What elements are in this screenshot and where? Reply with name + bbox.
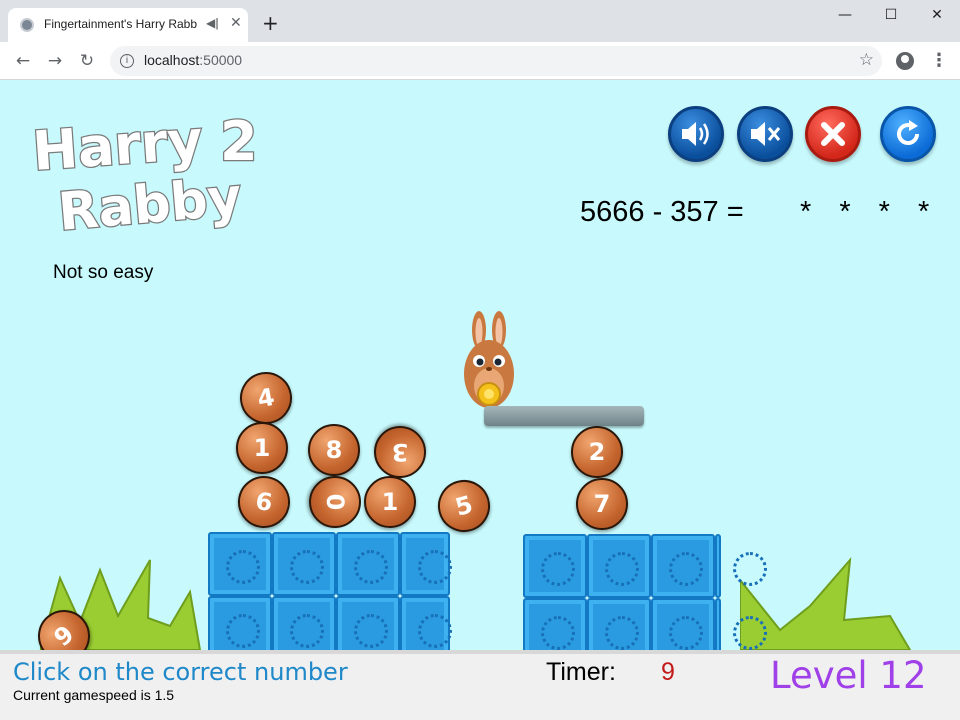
browser-tab[interactable]: Fingertainment's Harry Rabb ◀ǀ ✕	[8, 8, 248, 42]
info-icon[interactable]: i	[120, 54, 134, 68]
crate	[523, 598, 587, 650]
number-ball[interactable]: 1	[364, 476, 416, 528]
number-ball[interactable]: 8	[308, 424, 360, 476]
crate	[715, 534, 767, 598]
crate	[651, 598, 715, 650]
menu-dots-icon[interactable]: ⋮	[930, 50, 948, 71]
status-footer: Click on the correct number Current game…	[0, 650, 960, 720]
forward-icon[interactable]: →	[44, 50, 66, 72]
crate	[272, 532, 336, 596]
restart-icon	[897, 120, 919, 145]
crate	[336, 596, 400, 650]
mute-button[interactable]	[737, 106, 793, 162]
game-canvas[interactable]: Harry 2 Rabby Not so easy 5666 - 357 = *…	[0, 80, 960, 650]
gamespeed-text: Current gamespeed is 1.5	[13, 687, 175, 703]
crate	[651, 534, 715, 598]
crate	[715, 598, 767, 650]
crate	[208, 532, 272, 596]
sound-on-button[interactable]	[668, 106, 724, 162]
instruction-text: Click on the correct number	[13, 658, 348, 686]
crate	[587, 598, 651, 650]
sound-on-icon	[682, 122, 709, 146]
tab-title: Fingertainment's Harry Rabb	[44, 17, 198, 31]
answer-mask: * * * *	[800, 196, 940, 228]
address-bar[interactable]: i localhost:50000 ☆	[110, 46, 882, 76]
floating-platform	[484, 406, 644, 426]
crate	[336, 532, 400, 596]
restart-button[interactable]	[880, 106, 936, 162]
maximize-button[interactable]: ☐	[868, 0, 914, 30]
number-ball[interactable]: 6	[234, 472, 294, 532]
timer-label: Timer:	[546, 658, 616, 686]
number-ball[interactable]: 2	[571, 426, 623, 478]
speaker-icon[interactable]: ◀ǀ	[206, 16, 219, 30]
number-ball[interactable]: 0	[309, 476, 361, 528]
math-equation: 5666 - 357 =	[580, 196, 744, 228]
close-icon	[821, 122, 845, 146]
url-text: localhost:50000	[144, 52, 243, 68]
close-tab-icon[interactable]: ✕	[230, 15, 242, 31]
reload-icon[interactable]: ↻	[76, 50, 98, 72]
back-icon[interactable]: ←	[12, 50, 34, 72]
crate	[587, 534, 651, 598]
harry-rabby-logo: Harry 2 Rabby	[30, 108, 259, 238]
favicon-icon	[20, 18, 34, 32]
rabbit-character	[464, 311, 514, 408]
number-ball[interactable]: 3	[374, 426, 426, 478]
profile-icon[interactable]	[896, 52, 914, 70]
grass-right	[740, 556, 912, 650]
logo-number: 2	[220, 110, 258, 173]
crate	[523, 534, 587, 598]
difficulty-label: Not so easy	[53, 262, 154, 283]
crate	[400, 532, 452, 596]
bookmark-star-icon[interactable]: ☆	[859, 50, 874, 70]
mute-icon	[751, 122, 781, 146]
minimize-button[interactable]: —	[822, 0, 868, 30]
timer-value: 9	[661, 658, 675, 686]
level-indicator: Level 12	[770, 654, 927, 697]
crate	[272, 596, 336, 650]
close-game-button[interactable]	[805, 106, 861, 162]
close-window-button[interactable]: ✕	[914, 0, 960, 30]
number-ball[interactable]: 1	[236, 422, 288, 474]
number-ball[interactable]: 7	[576, 478, 628, 530]
new-tab-button[interactable]: +	[262, 13, 279, 33]
browser-toolbar: ← → ↻ i localhost:50000 ☆	[0, 42, 960, 80]
number-ball[interactable]: 5	[432, 474, 496, 538]
number-ball[interactable]: 4	[235, 367, 297, 429]
crate	[208, 596, 272, 650]
crate	[400, 596, 452, 650]
browser-titlebar: Fingertainment's Harry Rabb ◀ǀ ✕ + — ☐ ✕	[0, 0, 960, 42]
